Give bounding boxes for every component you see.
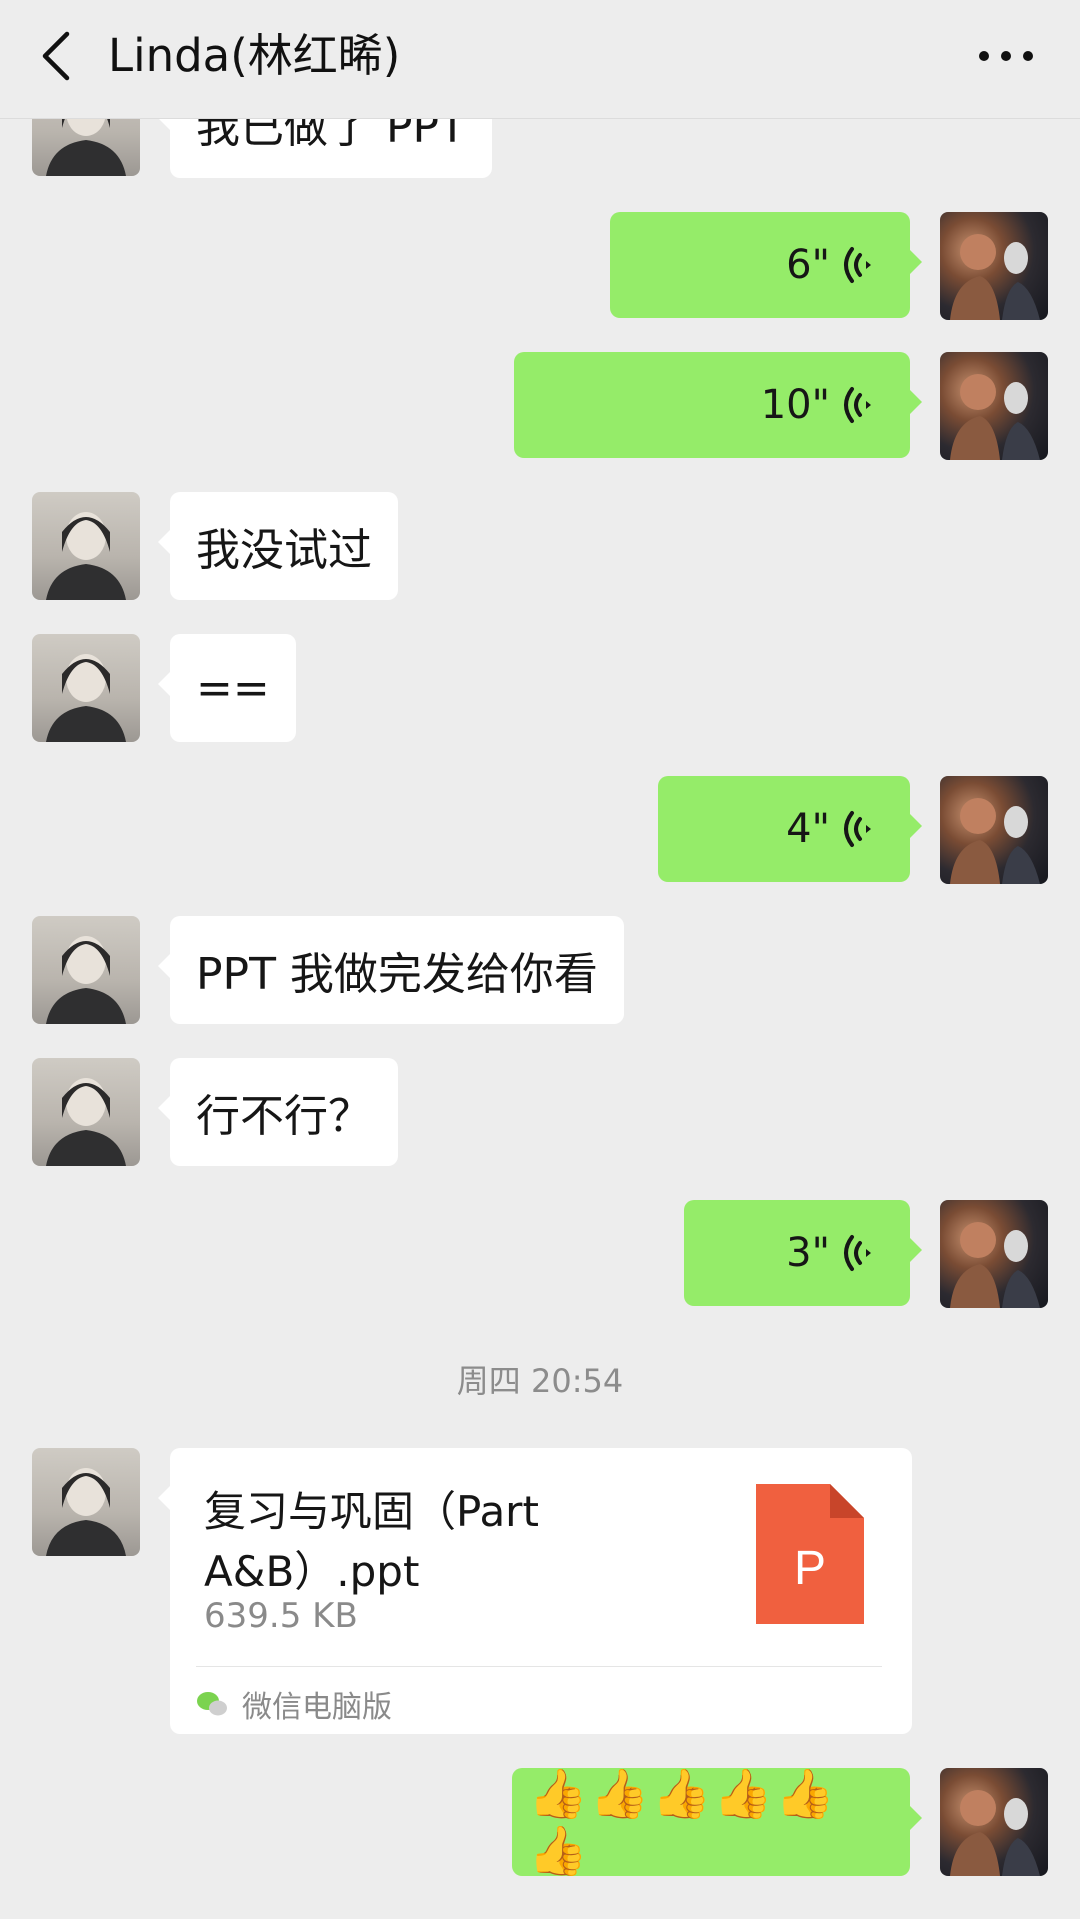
voice-duration: 6" [786, 242, 830, 288]
avatar-linda[interactable] [32, 1058, 140, 1166]
voice-wave-icon [844, 387, 871, 423]
message-bubble-incoming[interactable]: PPT 我做完发给你看 [158, 916, 624, 1024]
chevron-left-icon [42, 31, 70, 81]
message-bubble-outgoing[interactable]: 👍👍👍👍👍👍 [512, 1766, 922, 1879]
voice-duration: 10" [760, 382, 830, 428]
voice-duration: 3" [786, 1230, 830, 1276]
avatar-linda[interactable] [32, 634, 140, 742]
file-source-label: 微信电脑版 [242, 1690, 392, 1725]
voice-message-outgoing[interactable]: 4" [658, 776, 922, 882]
voice-wave-icon [844, 811, 871, 847]
avatar-linda-image [46, 1468, 126, 1556]
avatar-me[interactable] [940, 352, 1048, 460]
message-text: 行不行？ [196, 1091, 372, 1142]
voice-message-outgoing[interactable]: 10" [514, 352, 922, 458]
avatar-linda-image [46, 1078, 126, 1166]
message-text: 我没试过 [196, 525, 372, 576]
avatar-me-image [950, 374, 1040, 460]
ppt-icon-letter: P [794, 1542, 826, 1595]
avatar-linda-image [46, 936, 126, 1024]
message-text: == [196, 662, 270, 714]
avatar-me[interactable] [940, 1768, 1048, 1876]
more-icon-dot [1001, 51, 1011, 61]
avatar-me-image [950, 1222, 1040, 1308]
more-icon-dot [1023, 51, 1033, 61]
message-bubble-incoming[interactable]: == [158, 634, 296, 742]
more-options-button[interactable] [958, 26, 1054, 86]
avatar-me[interactable] [940, 1200, 1048, 1308]
avatar-linda-image [46, 654, 126, 742]
file-size: 639.5 KB [204, 1596, 358, 1636]
voice-duration: 4" [786, 806, 830, 852]
wechat-pc-icon [197, 1692, 227, 1716]
voice-message-outgoing[interactable]: 6" [610, 212, 922, 318]
back-button[interactable] [26, 24, 86, 88]
file-name: 复习与巩固（Part A&B）.ppt [204, 1487, 539, 1596]
avatar-me-image [950, 1790, 1040, 1876]
voice-wave-icon [844, 1235, 871, 1271]
avatar-linda-image [46, 512, 126, 600]
file-card-divider [196, 1666, 882, 1667]
chat-title: Linda(林红晞) [108, 29, 401, 82]
avatar-linda[interactable] [32, 916, 140, 1024]
file-source: 微信电脑版 [196, 1682, 392, 1726]
avatar-me-image [950, 798, 1040, 884]
avatar-me[interactable] [940, 776, 1048, 884]
chat-screen: Linda(林红晞) 我已做了 PPT 6" 10" 我没试过 == 4" PP… [0, 0, 1080, 1919]
message-bubble-incoming[interactable]: 行不行？ [158, 1058, 398, 1166]
message-text: PPT 我做完发给你看 [196, 949, 598, 1000]
timestamp-divider: 周四 20:54 [456, 1362, 624, 1400]
thumbs-up-emoji-text: 👍👍👍👍👍👍 [528, 1766, 837, 1879]
avatar-linda[interactable] [32, 1448, 140, 1556]
voice-message-outgoing[interactable]: 3" [684, 1200, 922, 1306]
file-message-card[interactable]: 复习与巩固（Part A&B）.ppt 639.5 KB P 微信电脑版 [158, 1448, 912, 1734]
ppt-file-icon: P [756, 1484, 864, 1624]
more-icon [979, 51, 989, 61]
message-bubble-incoming[interactable]: 我没试过 [158, 492, 398, 600]
chat-header: Linda(林红晞) [0, 0, 1080, 119]
voice-wave-icon [844, 247, 871, 283]
avatar-me[interactable] [940, 212, 1048, 320]
avatar-linda[interactable] [32, 492, 140, 600]
avatar-me-image [950, 234, 1040, 320]
